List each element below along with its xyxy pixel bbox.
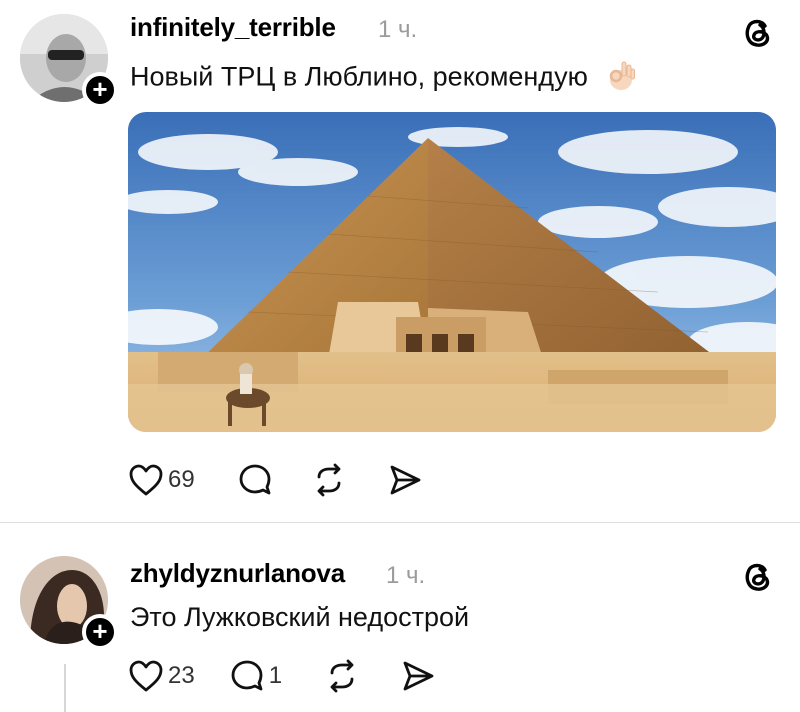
share-button[interactable] — [400, 658, 436, 694]
speech-bubble-icon — [239, 464, 271, 495]
timestamp: 1 ч. — [386, 562, 426, 589]
ok-hand-icon — [605, 58, 637, 99]
post-image-pyramid[interactable] — [128, 112, 776, 432]
send-icon — [403, 661, 434, 691]
reply-button[interactable]: 1 — [229, 658, 282, 694]
follow-plus-button[interactable]: + — [82, 72, 118, 108]
heart-icon — [129, 660, 163, 692]
repost-icon — [317, 463, 341, 497]
avatar-wrapper[interactable]: + — [20, 556, 118, 650]
pyramid-image — [128, 112, 776, 432]
timestamp: 1 ч. — [378, 16, 418, 43]
share-button[interactable] — [387, 462, 423, 498]
post-text: Это Лужковский недострой — [130, 602, 470, 632]
repost-button[interactable] — [311, 462, 347, 498]
avatar-wrapper[interactable]: + — [20, 14, 118, 108]
plus-icon: + — [92, 616, 108, 646]
like-button[interactable]: 23 — [128, 659, 195, 693]
like-count: 69 — [168, 466, 195, 493]
like-button[interactable]: 69 — [128, 463, 195, 497]
threads-logo-icon[interactable] — [740, 558, 774, 594]
post-actions: 69 — [128, 462, 423, 498]
username[interactable]: infinitely_terrible — [130, 12, 336, 43]
send-icon — [390, 465, 421, 495]
plus-icon: + — [92, 74, 108, 104]
post-text: Новый ТРЦ в Люблино, рекомендую — [130, 58, 637, 99]
threads-logo-icon[interactable] — [740, 14, 774, 50]
reply-button[interactable] — [237, 462, 273, 498]
reply-count: 1 — [268, 662, 283, 689]
post-divider — [0, 522, 800, 523]
repost-icon — [330, 659, 354, 693]
heart-icon — [129, 464, 163, 496]
follow-plus-button[interactable]: + — [82, 614, 118, 650]
repost-button[interactable] — [324, 658, 360, 694]
post-text-content: Новый ТРЦ в Люблино, рекомендую — [130, 61, 588, 92]
post-actions: 23 1 — [128, 658, 436, 694]
username[interactable]: zhyldyznurlanova — [130, 558, 345, 589]
like-count: 23 — [168, 662, 195, 689]
speech-bubble-icon — [231, 660, 263, 691]
thread-line — [64, 664, 66, 712]
